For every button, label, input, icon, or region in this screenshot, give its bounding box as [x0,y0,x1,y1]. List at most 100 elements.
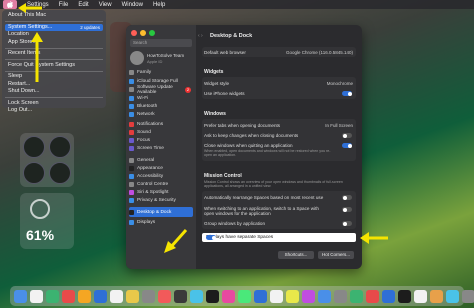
dock-app-icon[interactable] [174,289,187,303]
settings-content: ‹ › Desktop & Dock Default web browser G… [196,25,362,269]
apple-menu-item[interactable]: App Store... [5,39,103,47]
dock-app-icon[interactable] [286,289,299,303]
dock-app-icon[interactable] [414,289,427,303]
sidebar-item[interactable]: Wi-Fi [129,95,193,102]
auto-rearrange-toggle[interactable] [342,195,352,200]
annotation-arrow-icon [360,232,388,244]
sidebar-item[interactable]: Family [129,69,193,76]
apple-menu-item[interactable]: Lock Screen [5,100,103,108]
switch-space-label: When switching to an application, switch… [204,206,319,216]
widget-style-row[interactable]: Widget style Monochrome [204,81,356,86]
dock-app-icon[interactable] [334,289,347,303]
menu-window[interactable]: Window [122,2,143,8]
iphone-widgets-toggle[interactable] [342,91,352,96]
apple-menu-item[interactable]: System Settings... 2 updates [5,23,103,31]
sidebar-item[interactable]: Privacy & Security [129,197,193,204]
sidebar-item-label: Desktop & Dock [137,209,172,215]
prefer-tabs-value[interactable]: In Full Screen [325,123,353,128]
sidebar-item-label: General [137,158,155,163]
dock [10,286,474,306]
sidebar-item[interactable]: Siri & Spotlight [129,189,193,196]
dock-app-icon[interactable] [366,289,379,303]
battery-percent: 61% [26,227,55,243]
battery-widget: 61% [20,193,74,249]
sidebar-item[interactable]: Notifications [129,121,193,128]
dock-app-icon[interactable] [254,289,267,303]
close-windows-toggle[interactable] [342,143,352,148]
dock-app-icon[interactable] [318,289,331,303]
dock-app-icon[interactable] [446,289,459,303]
sidebar-item-label: iCloud Storage Full [137,79,178,84]
dock-app-icon[interactable] [382,289,395,303]
update-count-badge: 2 [185,86,191,93]
sidebar-item[interactable]: Focus [129,137,193,144]
dock-app-icon[interactable] [238,289,251,303]
dock-app-icon[interactable] [398,289,411,303]
sidebar-item[interactable]: Control Centre [129,181,193,188]
group-windows-toggle[interactable] [342,221,352,226]
sidebar-item[interactable]: Displays [129,219,193,226]
sidebar-item[interactable]: Accessibility [129,173,193,180]
default-browser-value[interactable]: Google Chrome (116.0.5845.140) [286,50,353,55]
close-windows-desc: When enabled, open documents and windows… [204,149,331,158]
dock-app-icon[interactable] [190,289,203,303]
sidebar-item-icon [129,146,134,151]
sidebar-item-label: Notifications [137,122,164,127]
dock-app-icon[interactable] [30,289,43,303]
apple-menu-item[interactable]: Sleep [5,73,103,81]
group-windows-label: Group windows by application [204,221,266,226]
dock-app-icon[interactable] [46,289,59,303]
sidebar-item[interactable]: Desktop & Dock [129,207,193,217]
sidebar-item[interactable]: Sound [129,129,193,136]
apple-id-account[interactable]: HowToSolve Team Apple ID [130,51,192,67]
widget-style-value[interactable]: Monochrome [327,81,353,86]
prefer-tabs-row[interactable]: Prefer tabs when opening documents In Fu… [204,123,356,128]
minimize-icon[interactable] [140,30,146,36]
dock-app-icon[interactable] [302,289,315,303]
apple-menu-item[interactable]: Location [5,31,103,39]
sidebar-item[interactable]: Software Update Available 2 [129,85,193,95]
zoom-icon[interactable] [149,30,155,36]
sidebar-item[interactable]: Screen Time [129,145,193,152]
dock-app-icon[interactable] [270,289,283,303]
switch-space-toggle[interactable] [342,207,352,212]
menu-file[interactable]: File [59,2,69,8]
ask-keep-toggle[interactable] [342,133,352,138]
apple-menu-item[interactable]: Restart... [5,81,103,89]
dock-app-icon[interactable] [78,289,91,303]
close-icon[interactable] [131,30,137,36]
apple-menu-item[interactable]: Recent Items [5,50,103,58]
sidebar-item[interactable]: Network [129,111,193,118]
apple-menu-item[interactable]: Log Out... [5,107,103,115]
search-input[interactable]: Search [130,39,192,47]
hot-corners-button[interactable]: Hot Corners... [318,251,354,259]
sidebar-item[interactable]: Appearance [129,165,193,172]
dock-app-icon[interactable] [14,289,27,303]
default-browser-row[interactable]: Default web browser Google Chrome (116.0… [204,50,356,55]
apple-menu-item[interactable]: Force Quit System Settings [5,62,103,70]
separate-spaces-toggle[interactable] [206,235,216,240]
sidebar-item[interactable]: Bluetooth [129,103,193,110]
back-forward-icon[interactable]: ‹ › [198,33,203,39]
dock-app-icon[interactable] [94,289,107,303]
shortcuts-button[interactable]: Shortcuts... [278,251,314,259]
apple-menu-item[interactable]: Shut Down... [5,88,103,96]
sidebar-item-label: Privacy & Security [137,198,176,203]
menu-help[interactable]: Help [153,2,165,8]
menu-edit[interactable]: Edit [78,2,88,8]
dock-app-icon[interactable] [110,289,123,303]
menu-view[interactable]: View [99,2,112,8]
dock-app-icon[interactable] [206,289,219,303]
dock-app-icon[interactable] [142,289,155,303]
dock-app-icon[interactable] [62,289,75,303]
clock-face [49,162,71,184]
dock-app-icon[interactable] [222,289,235,303]
dock-app-icon[interactable] [430,289,443,303]
dock-app-icon[interactable] [126,289,139,303]
dock-app-icon[interactable] [350,289,363,303]
sidebar-item[interactable]: General [129,157,193,164]
apple-menu-item-label: Location [8,31,29,37]
dock-app-icon[interactable] [158,289,171,303]
dock-app-icon[interactable] [462,289,474,303]
sidebar-item-icon [129,79,134,84]
